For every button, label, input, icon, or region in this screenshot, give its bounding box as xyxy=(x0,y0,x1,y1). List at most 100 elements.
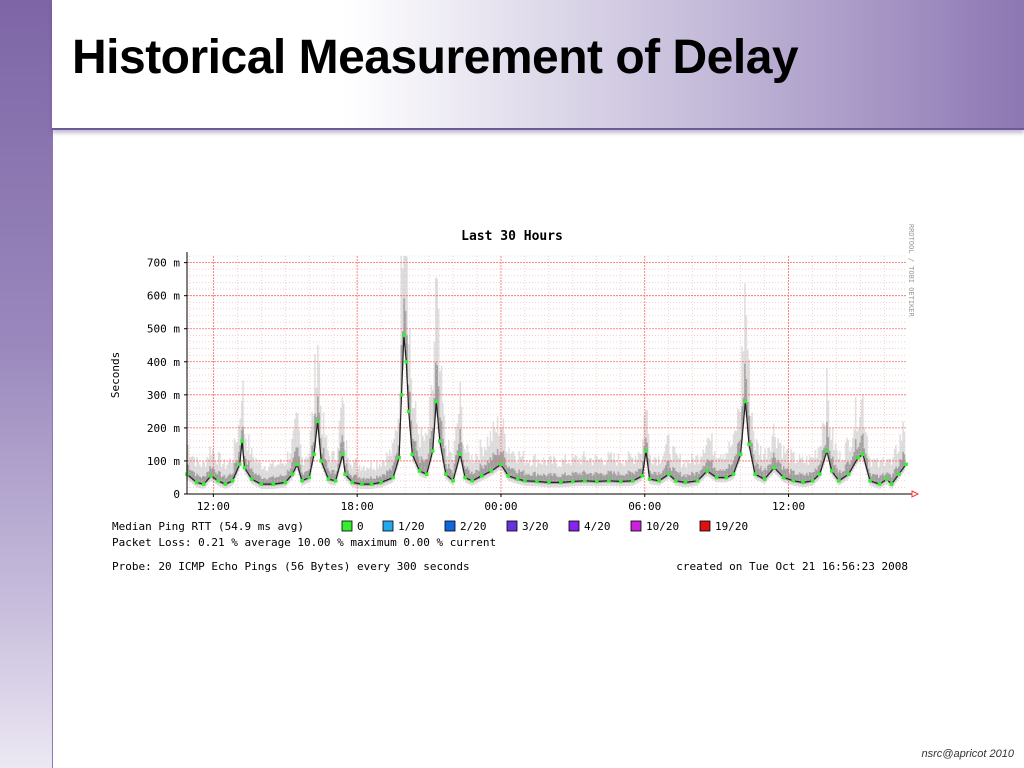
median-point xyxy=(535,479,539,484)
median-point xyxy=(315,419,320,424)
median-point xyxy=(438,439,442,443)
median-point xyxy=(753,472,757,476)
median-point xyxy=(216,478,220,483)
median-point xyxy=(360,482,364,486)
median-point xyxy=(259,482,264,486)
median-point xyxy=(837,478,841,483)
median-point xyxy=(194,480,199,485)
median-point xyxy=(695,478,700,483)
median-point xyxy=(479,474,484,478)
y-tick-label: 200 m xyxy=(147,422,180,435)
median-point xyxy=(904,462,908,467)
median-point xyxy=(571,479,575,484)
slide-title: Historical Measurement of Delay xyxy=(72,31,799,84)
legend-label: 0 xyxy=(357,520,364,533)
y-tick-label: 600 m xyxy=(147,290,180,303)
median-point xyxy=(404,359,409,364)
median-point xyxy=(856,455,860,460)
median-point xyxy=(547,480,551,485)
median-point xyxy=(444,472,448,476)
median-point xyxy=(326,477,331,481)
median-point xyxy=(417,469,422,473)
median-point xyxy=(223,482,228,486)
legend-label: 10/20 xyxy=(646,520,679,533)
chart-title: Last 30 Hours xyxy=(461,229,563,244)
median-point xyxy=(391,475,395,480)
smokeping-graph: Last 30 Hours Seconds RRDTOOL / TOBI OET… xyxy=(100,218,930,580)
median-point xyxy=(340,452,345,457)
y-tick-label: 400 m xyxy=(147,356,180,369)
median-point xyxy=(463,475,467,480)
median-point xyxy=(350,480,355,485)
median-point xyxy=(846,472,851,476)
median-point xyxy=(406,409,411,414)
median-point xyxy=(885,477,889,481)
median-point xyxy=(410,452,415,457)
median-point xyxy=(399,393,404,397)
median-point xyxy=(743,399,748,404)
median-point xyxy=(644,449,648,453)
median-point xyxy=(451,478,455,483)
median-point xyxy=(283,480,288,485)
median-point xyxy=(747,442,751,447)
median-point xyxy=(817,472,822,476)
median-point xyxy=(825,449,829,453)
median-point xyxy=(607,478,611,483)
median-point xyxy=(738,452,743,457)
chart-svg: Last 30 Hours Seconds RRDTOOL / TOBI OET… xyxy=(100,218,930,580)
median-point xyxy=(618,479,623,484)
median-point xyxy=(458,452,463,457)
median-point xyxy=(343,472,347,476)
x-tick-label: 00:00 xyxy=(484,500,517,513)
median-point xyxy=(307,475,312,480)
median-point xyxy=(714,475,719,480)
legend-label: 2/20 xyxy=(460,520,487,533)
median-point xyxy=(209,474,213,478)
median-point xyxy=(640,474,645,478)
legend-label: 19/20 xyxy=(715,520,748,533)
packet-loss-text: Packet Loss: 0.21 % average 10.00 % maxi… xyxy=(112,536,496,549)
median-point xyxy=(230,478,235,483)
median-point xyxy=(249,477,254,481)
median-point xyxy=(237,462,242,467)
y-tick-label: 700 m xyxy=(147,257,180,270)
median-point xyxy=(434,399,439,404)
median-point xyxy=(523,478,527,483)
median-point xyxy=(242,465,247,470)
median-point xyxy=(312,452,316,457)
median-point xyxy=(489,469,494,473)
median-point xyxy=(515,477,520,481)
median-point xyxy=(559,480,563,485)
median-point xyxy=(630,478,635,483)
median-point xyxy=(724,475,729,480)
median-point xyxy=(868,478,872,483)
median-point xyxy=(683,480,688,485)
left-accent-bar xyxy=(0,0,53,768)
legend-swatch xyxy=(341,520,353,532)
y-tick-label: 500 m xyxy=(147,323,180,336)
footer-credit: nsrc@apricot 2010 xyxy=(921,748,1015,760)
y-tick-label: 100 m xyxy=(147,455,180,468)
median-point xyxy=(731,472,736,476)
probe-text: Probe: 20 ICMP Echo Pings (56 Bytes) eve… xyxy=(112,560,470,573)
y-axis-label: Seconds xyxy=(109,352,122,398)
median-point xyxy=(271,482,276,486)
legend-median-label: Median Ping RTT (54.9 ms avg) xyxy=(112,520,304,533)
median-point xyxy=(506,474,510,478)
median-point xyxy=(781,475,786,480)
legend-label: 1/20 xyxy=(398,520,425,533)
median-point xyxy=(369,482,374,486)
median-point xyxy=(829,469,834,473)
median-point xyxy=(402,333,406,338)
median-point xyxy=(295,462,300,467)
median-point xyxy=(705,469,709,473)
median-point xyxy=(379,480,383,485)
y-tick-label: 0 xyxy=(173,488,180,501)
legend-label: 3/20 xyxy=(522,520,549,533)
median-point xyxy=(889,482,894,486)
legend-swatch xyxy=(444,520,456,532)
legend-swatch xyxy=(630,520,642,532)
median-point xyxy=(319,459,324,463)
legend-swatch xyxy=(382,520,394,532)
created-timestamp: created on Tue Oct 21 16:56:23 2008 xyxy=(676,560,908,573)
